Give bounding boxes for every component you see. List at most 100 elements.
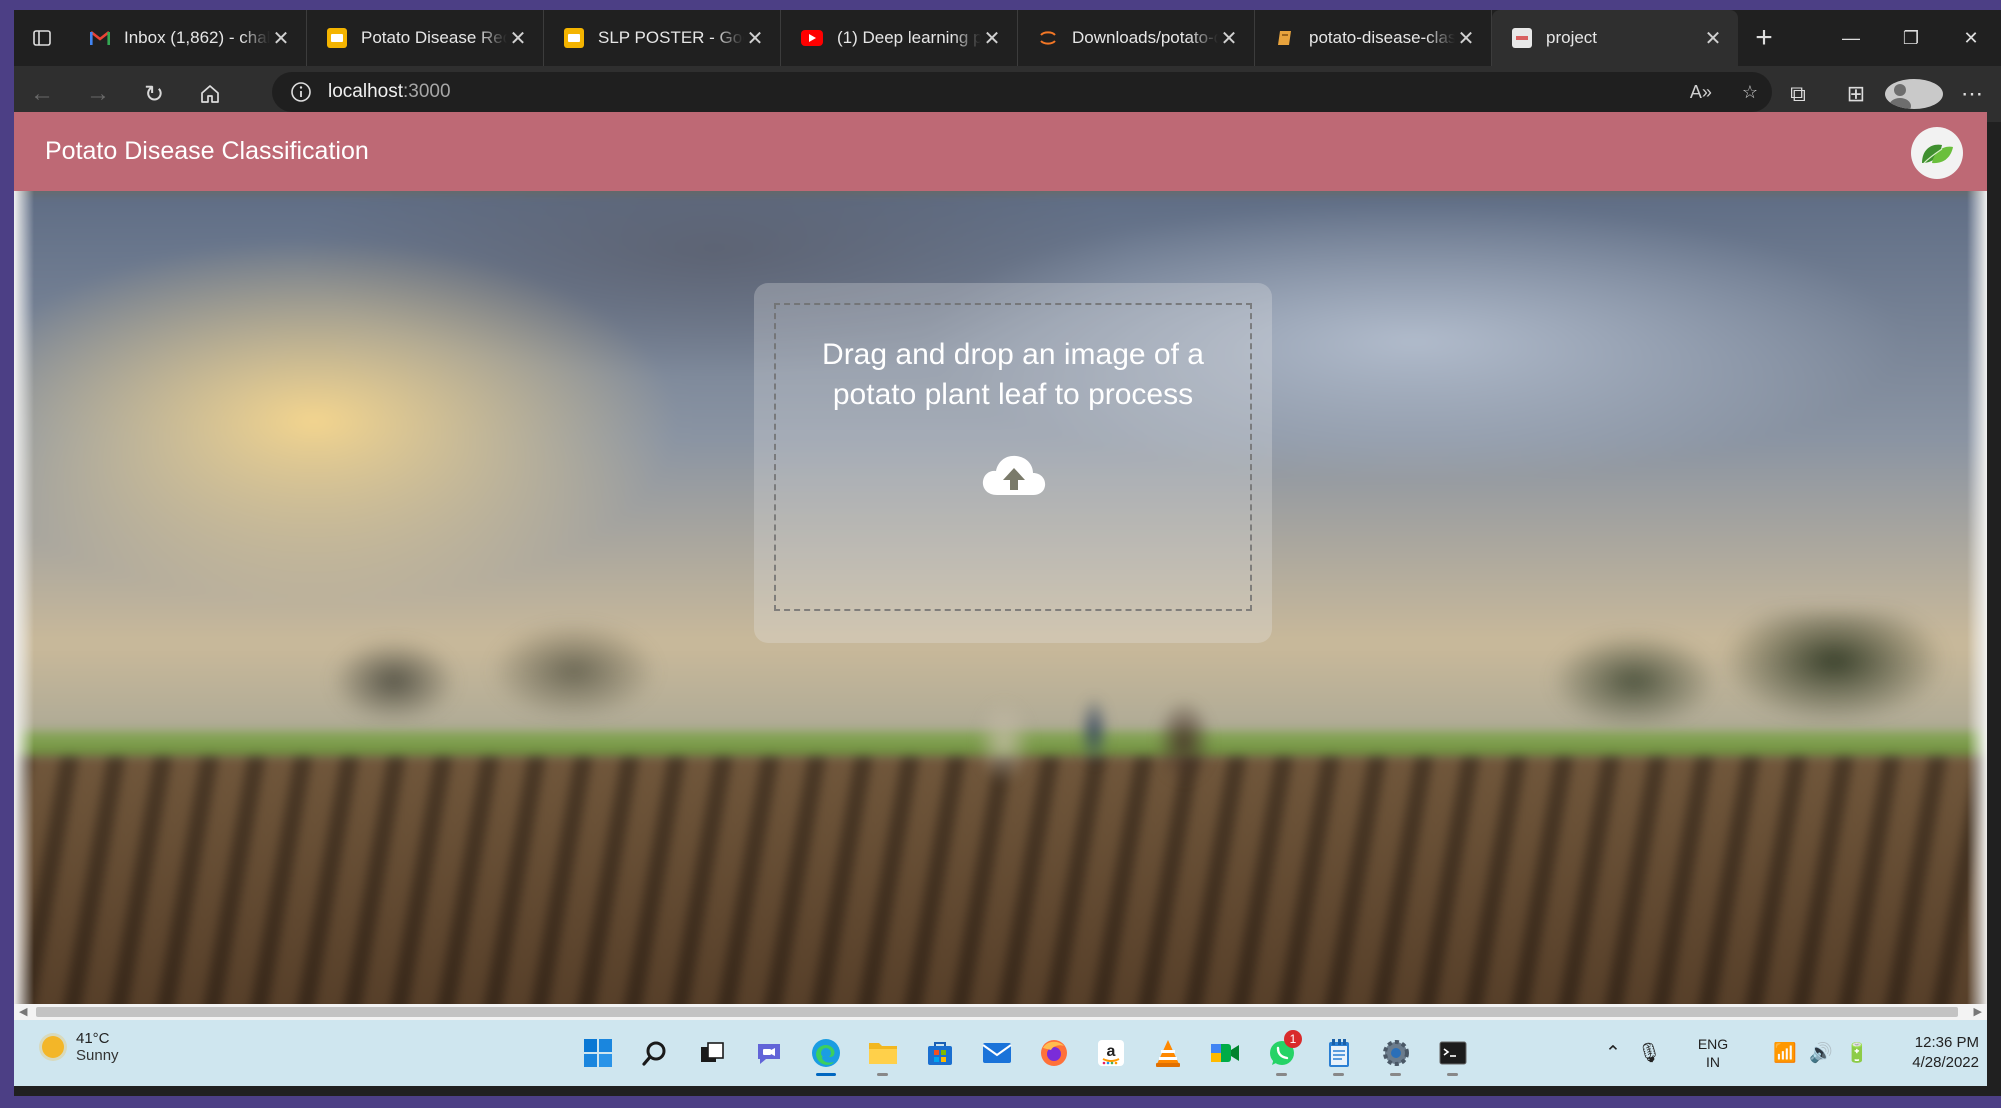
mail-button[interactable] xyxy=(968,1028,1025,1078)
extensions-icon[interactable]: ⧉ xyxy=(1769,81,1827,107)
clock[interactable]: 12:36 PM 4/28/2022 xyxy=(1897,1033,1987,1073)
web-page: Potato Disease Classification Drag and d… xyxy=(14,112,1987,1014)
minimize-button[interactable]: — xyxy=(1821,10,1881,66)
volume-icon[interactable]: 🔊 xyxy=(1803,1041,1839,1065)
close-icon[interactable]: ✕ xyxy=(1218,26,1240,51)
tab-label: Inbox (1,862) - chalcha xyxy=(124,28,270,47)
upload-card: Drag and drop an image of a potato plant… xyxy=(754,283,1272,643)
edge-icon xyxy=(811,1039,840,1067)
tab-label: (1) Deep learning proje xyxy=(837,28,981,47)
close-icon[interactable]: ✕ xyxy=(981,26,1003,51)
store-icon xyxy=(927,1042,952,1065)
amazon-icon: a xyxy=(1097,1040,1124,1066)
refresh-icon: ↻ xyxy=(143,80,165,108)
close-icon[interactable]: ✕ xyxy=(270,26,292,51)
language-indicator[interactable]: ENG IN xyxy=(1683,1035,1743,1071)
arrow-right-icon: → xyxy=(86,80,110,107)
dropzone-text: Drag and drop an image of a potato plant… xyxy=(822,338,1204,411)
amazon-button[interactable]: a xyxy=(1082,1028,1139,1078)
leaf-icon xyxy=(1922,144,1953,164)
tab-label: Potato Disease Recogni xyxy=(361,28,507,47)
terminal-icon xyxy=(1439,1041,1466,1065)
weather-widget[interactable]: 41°C Sunny xyxy=(42,1030,119,1064)
task-view-icon xyxy=(700,1042,724,1062)
more-menu-icon[interactable]: ⋯ xyxy=(1943,81,2001,107)
firefox-button[interactable] xyxy=(1025,1028,1082,1078)
tab-label: potato-disease-classific xyxy=(1309,28,1455,47)
microsoft-store-button[interactable] xyxy=(911,1028,968,1078)
info-icon[interactable] xyxy=(290,81,312,103)
url-port: :3000 xyxy=(403,81,451,102)
language-code: ENG xyxy=(1697,1036,1729,1052)
app-logo xyxy=(1911,127,1963,179)
tab-jupyter-downloads[interactable]: Downloads/potato-dise ✕ xyxy=(1018,10,1255,66)
weather-temperature: 41°C xyxy=(76,1030,110,1047)
search-button[interactable] xyxy=(626,1028,683,1078)
slides-icon xyxy=(327,28,347,48)
home-icon xyxy=(201,85,219,103)
windows-icon xyxy=(583,1039,612,1067)
tab-actions-button[interactable] xyxy=(14,10,70,66)
profile-button[interactable] xyxy=(1885,79,1943,109)
address-bar-actions: A» ☆ xyxy=(1690,72,1758,112)
plus-icon: + xyxy=(1755,21,1773,54)
svg-text:a: a xyxy=(1106,1043,1115,1060)
file-explorer-button[interactable] xyxy=(854,1028,911,1078)
weather-description: Sunny xyxy=(76,1047,119,1064)
vlc-button[interactable] xyxy=(1139,1028,1196,1078)
address-bar[interactable]: localhost:3000 A» ☆ xyxy=(272,72,1772,112)
tab-potato-disease-recognition[interactable]: Potato Disease Recogni ✕ xyxy=(307,10,544,66)
close-icon[interactable]: ✕ xyxy=(1455,26,1477,51)
vlc-icon xyxy=(1155,1040,1180,1067)
page-title: Potato Disease Classification xyxy=(45,137,369,165)
whatsapp-button[interactable]: 1 xyxy=(1253,1028,1310,1078)
terminal-button[interactable] xyxy=(1424,1028,1481,1078)
collections-icon[interactable]: ⊞ xyxy=(1827,81,1885,107)
new-tab-button[interactable]: + xyxy=(1738,10,1790,66)
close-icon[interactable]: ✕ xyxy=(1702,26,1724,51)
url-text: localhost:3000 xyxy=(328,81,451,103)
tab-gmail[interactable]: Inbox (1,862) - chalcha ✕ xyxy=(70,10,307,66)
notepad-button[interactable] xyxy=(1310,1028,1367,1078)
scroll-left-icon[interactable]: ◀ xyxy=(19,1005,27,1018)
horizontal-scrollbar[interactable]: ◀ ▶ xyxy=(14,1004,1987,1020)
search-icon xyxy=(641,1041,665,1066)
close-icon[interactable]: ✕ xyxy=(507,26,529,51)
video-call-icon xyxy=(1210,1044,1239,1062)
sun-icon xyxy=(42,1036,64,1058)
google-meet-button[interactable] xyxy=(1196,1028,1253,1078)
avatar xyxy=(1885,79,1943,109)
tab-strip: Inbox (1,862) - chalcha ✕ Potato Disease… xyxy=(14,10,2001,66)
start-button[interactable] xyxy=(569,1028,626,1078)
cloud-upload-icon[interactable] xyxy=(979,451,1049,499)
restore-button[interactable]: ❐ xyxy=(1881,10,1941,66)
edge-browser-button[interactable] xyxy=(797,1028,854,1078)
youtube-icon xyxy=(801,30,823,46)
image-dropzone[interactable]: Drag and drop an image of a potato plant… xyxy=(774,303,1252,611)
chevron-up-icon[interactable]: ⌃ xyxy=(1595,1042,1631,1065)
react-app-icon xyxy=(1512,28,1532,48)
mail-icon xyxy=(981,1043,1012,1063)
system-tray: ⌃ 🎙 ENG IN 📶 🔊 🔋 12:36 PM 4/28/2022 xyxy=(1595,1020,1987,1086)
favorite-star-icon[interactable]: ☆ xyxy=(1742,82,1758,103)
task-view-button[interactable] xyxy=(683,1028,740,1078)
tab-youtube[interactable]: (1) Deep learning proje ✕ xyxy=(781,10,1018,66)
microphone-icon[interactable]: 🎙 xyxy=(1631,1041,1667,1065)
settings-button[interactable] xyxy=(1367,1028,1424,1078)
slides-icon xyxy=(564,28,584,48)
tab-potato-disease-classification[interactable]: potato-disease-classific ✕ xyxy=(1255,10,1492,66)
tab-slp-poster[interactable]: SLP POSTER - Google Sl ✕ xyxy=(544,10,781,66)
teams-chat-button[interactable] xyxy=(740,1028,797,1078)
gear-icon xyxy=(1382,1040,1409,1066)
tab-project[interactable]: project ✕ xyxy=(1492,10,1738,66)
read-aloud-icon[interactable]: A» xyxy=(1690,82,1712,103)
scroll-right-icon[interactable]: ▶ xyxy=(1974,1005,1982,1018)
battery-icon[interactable]: 🔋 xyxy=(1839,1041,1875,1065)
close-icon[interactable]: ✕ xyxy=(744,26,766,51)
close-window-button[interactable]: ✕ xyxy=(1941,10,2001,66)
arrow-left-icon: ← xyxy=(30,80,54,107)
wifi-icon[interactable]: 📶 xyxy=(1767,1041,1803,1065)
scrollbar-thumb[interactable] xyxy=(36,1007,1958,1017)
tab-label: Downloads/potato-dise xyxy=(1072,28,1218,47)
notification-badge: 1 xyxy=(1284,1030,1302,1048)
